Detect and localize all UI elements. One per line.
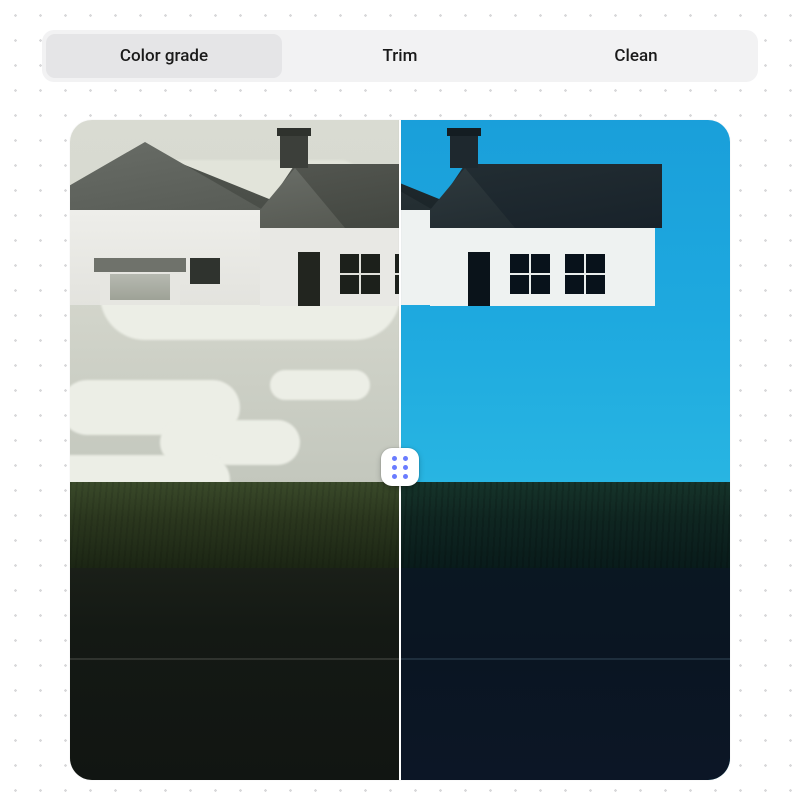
tab-label: Color grade — [120, 46, 208, 66]
tool-tabs: Color grade Trim Clean — [42, 30, 758, 82]
before-after-compare: ︶ ︶ ︶ ︶ ︶ ︶ ︶ ︶ — [70, 120, 730, 780]
after-image: ︶ ︶ ︶ ︶ ︶ ︶ ︶ ︶ — [400, 120, 730, 780]
tab-color-grade[interactable]: Color grade — [46, 34, 282, 78]
tab-label: Clean — [614, 46, 657, 66]
before-image — [70, 120, 400, 780]
grip-dots-icon — [392, 456, 408, 479]
tab-label: Trim — [383, 46, 418, 66]
compare-before-pane — [70, 120, 400, 780]
compare-after-pane: ︶ ︶ ︶ ︶ ︶ ︶ ︶ ︶ — [400, 120, 730, 780]
tab-trim[interactable]: Trim — [282, 34, 518, 78]
compare-handle[interactable] — [381, 448, 419, 486]
tab-clean[interactable]: Clean — [518, 34, 754, 78]
